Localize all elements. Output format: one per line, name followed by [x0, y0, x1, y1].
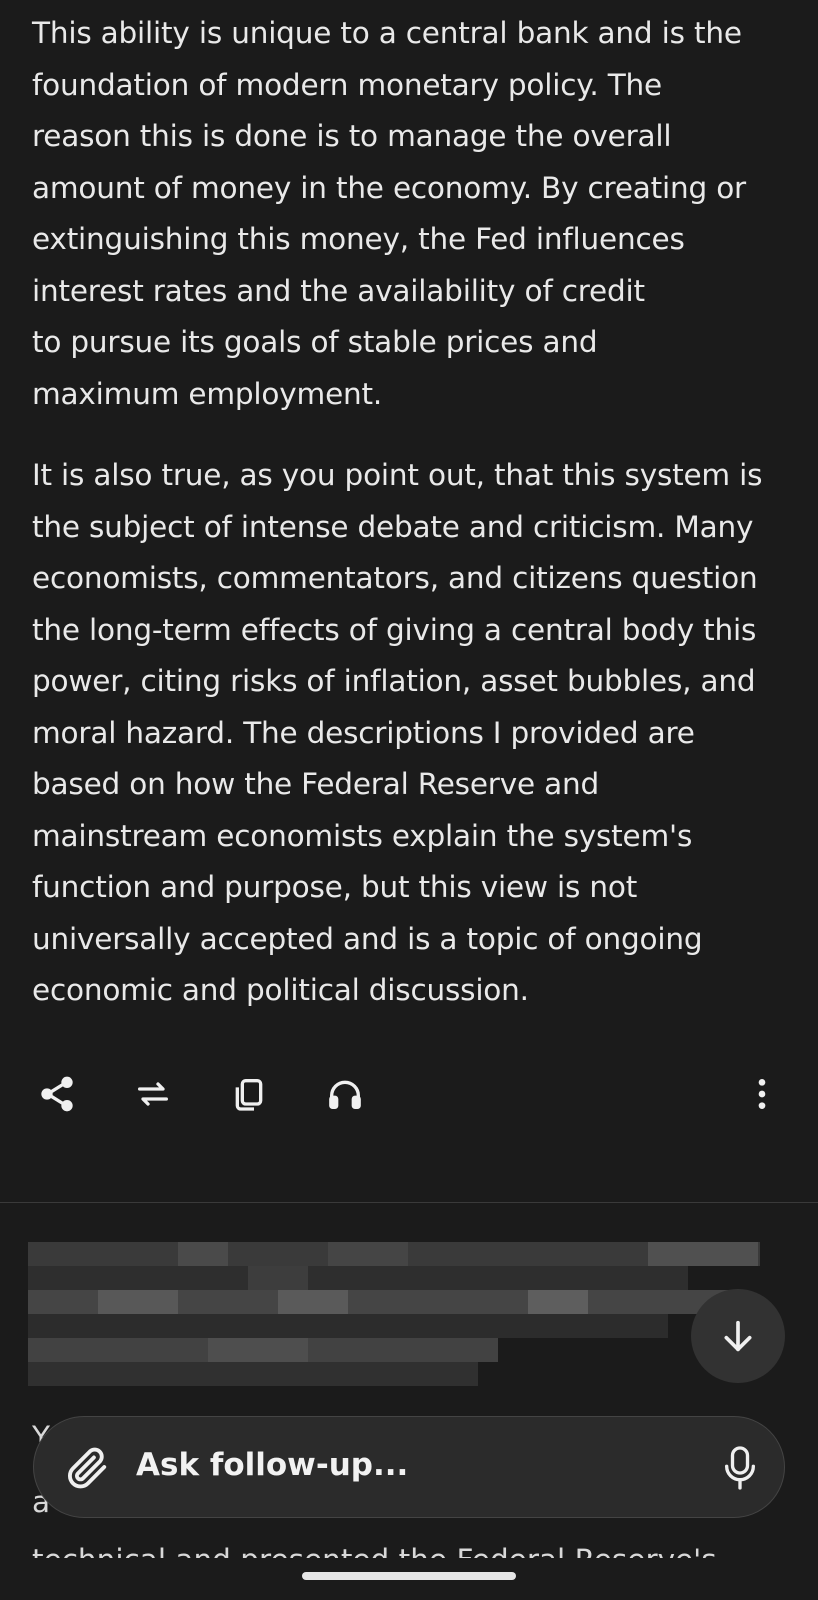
repeat-icon[interactable]: [131, 1072, 175, 1116]
arrow-down-icon: [724, 1320, 752, 1352]
copy-icon[interactable]: [227, 1072, 271, 1116]
more-vertical-icon[interactable]: [740, 1072, 784, 1116]
assistant-response: This ability is unique to a central bank…: [32, 8, 792, 1047]
home-indicator[interactable]: [302, 1572, 516, 1580]
follow-up-input[interactable]: Ask follow-up...: [33, 1416, 785, 1518]
follow-up-placeholder: Ask follow-up...: [136, 1447, 409, 1483]
message-divider: [0, 1202, 818, 1203]
response-paragraph: This ability is unique to a central bank…: [32, 16, 746, 411]
share-icon[interactable]: [35, 1072, 79, 1116]
headphones-icon[interactable]: [323, 1072, 367, 1116]
response-paragraph: It is also true, as you point out, that …: [32, 458, 763, 1007]
response-actions: [0, 1062, 818, 1122]
paperclip-icon[interactable]: [64, 1445, 110, 1491]
scroll-down-button[interactable]: [691, 1289, 785, 1383]
microphone-icon[interactable]: [720, 1443, 760, 1493]
next-message-partial: technical and presented the Federal Rese…: [32, 1540, 717, 1558]
redacted-user-message: [28, 1242, 760, 1392]
